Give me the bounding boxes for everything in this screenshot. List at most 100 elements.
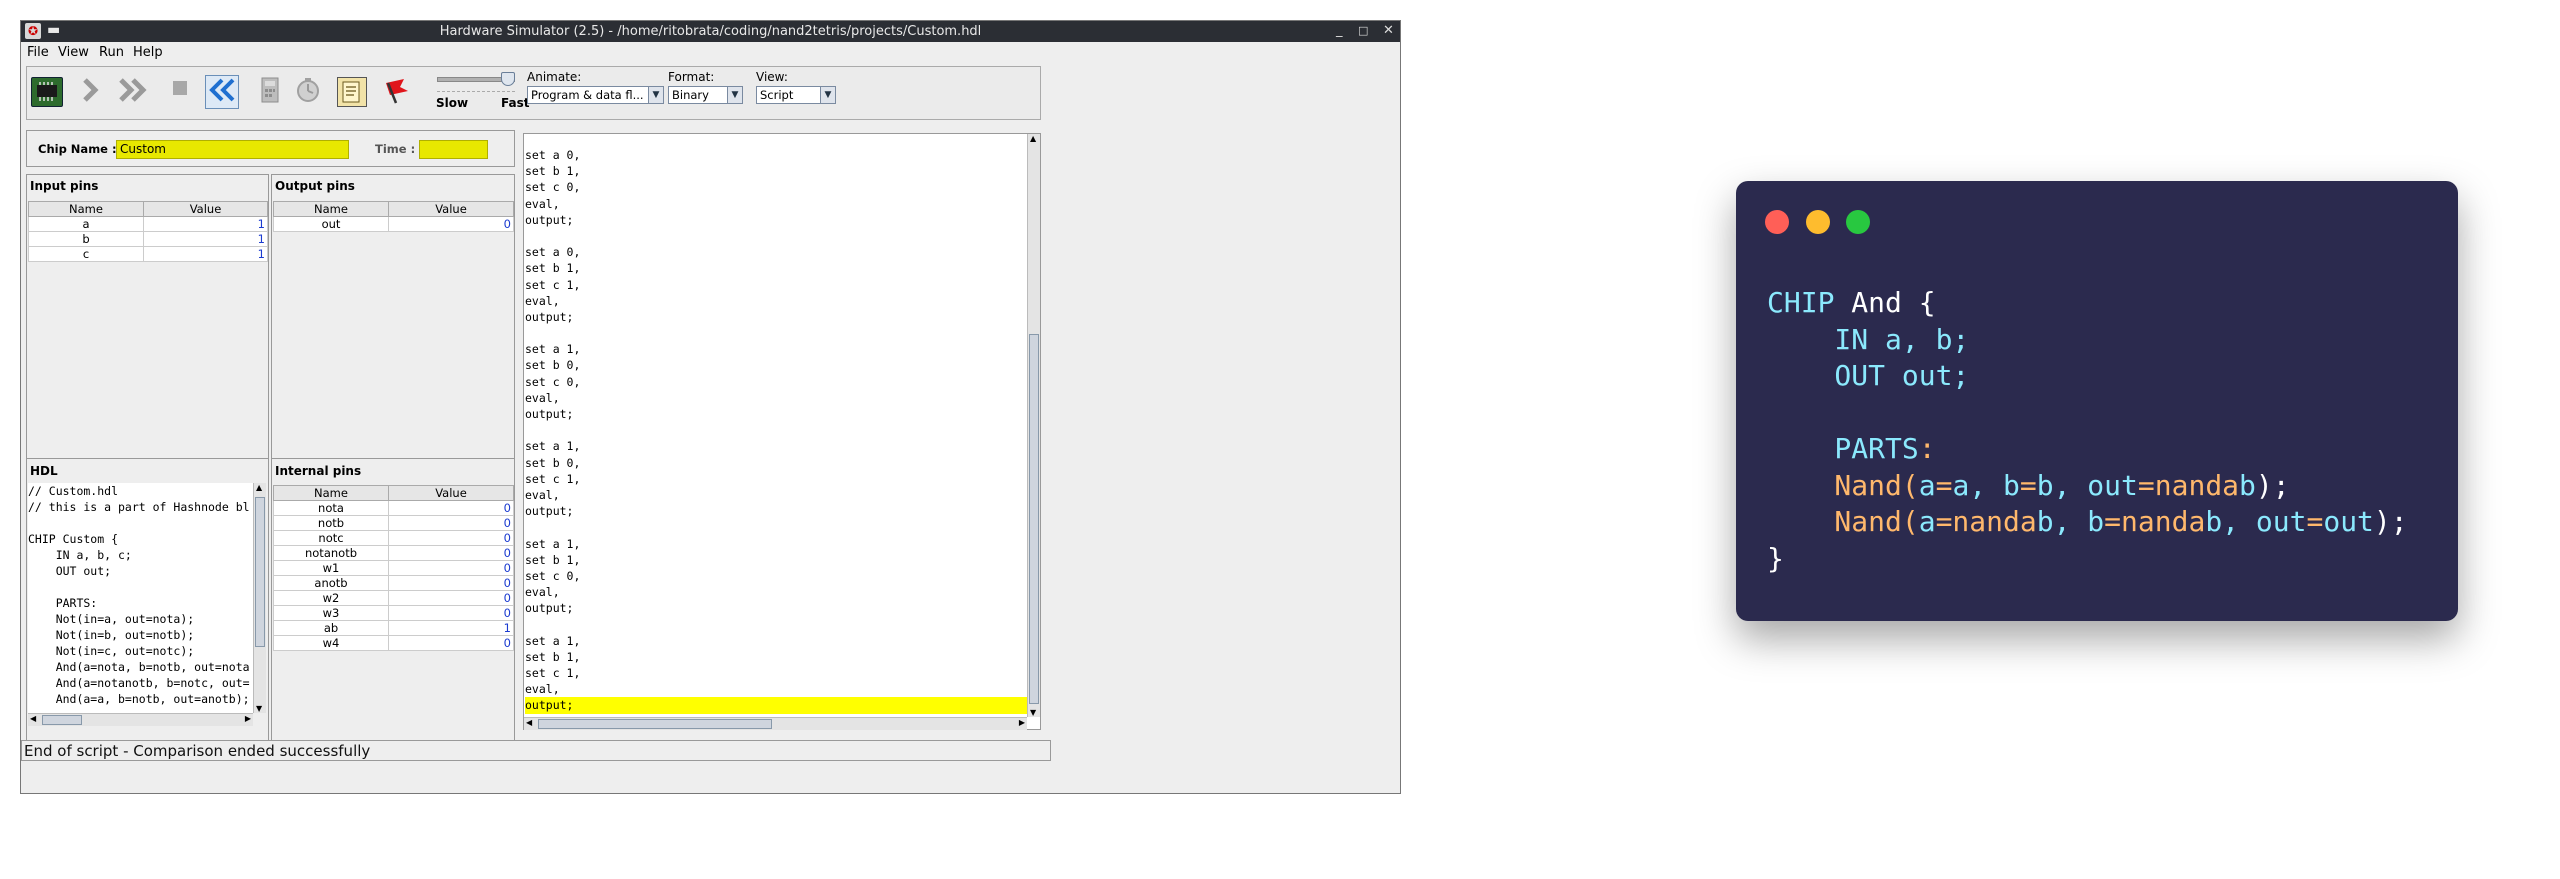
table-row[interactable]: nota 0 <box>273 500 514 516</box>
code-line: Nand(a=a, b=b, out=nandab); <box>1767 468 2408 505</box>
table-row[interactable]: ab 1 <box>273 620 514 636</box>
scroll-left-icon[interactable]: ◀ <box>526 718 532 727</box>
speed-slider-thumb[interactable] <box>501 72 515 86</box>
view-select[interactable]: Script ▼ <box>756 86 836 104</box>
table-row[interactable]: b1 <box>28 231 268 247</box>
hdl-horizontal-scrollbar[interactable]: ◀ ▶ <box>28 713 253 726</box>
pin-value: 0 <box>388 216 514 232</box>
column-header-name[interactable]: Name <box>273 485 389 501</box>
eval-icon[interactable] <box>253 75 287 109</box>
scroll-thumb[interactable] <box>538 719 772 729</box>
menu-help[interactable]: Help <box>133 45 163 60</box>
maximize-button[interactable]: □ <box>1358 24 1368 37</box>
menu-run[interactable]: Run <box>99 45 124 60</box>
title-bar[interactable]: ✪ ▬ Hardware Simulator (2.5) - /home/rit… <box>21 21 1400 42</box>
script-horizontal-scrollbar[interactable]: ◀ ▶ <box>524 717 1027 730</box>
chip-name-field[interactable]: Custom <box>116 140 349 159</box>
stop-icon[interactable] <box>163 75 197 109</box>
table-row[interactable]: anotb 0 <box>273 575 514 591</box>
scroll-down-icon[interactable]: ▼ <box>256 704 262 713</box>
scroll-right-icon[interactable]: ▶ <box>245 714 251 723</box>
column-header-value[interactable]: Value <box>388 485 514 501</box>
minimize-button[interactable]: _ <box>1336 23 1343 38</box>
script-line: set a 1, <box>525 439 581 454</box>
scroll-thumb[interactable] <box>1029 334 1039 704</box>
code-line: Nand(a=nandab, b=nandab, out=out); <box>1767 504 2408 541</box>
code-line: IN a, b; <box>1767 322 2408 359</box>
fast-forward-icon[interactable] <box>117 75 151 109</box>
pin-name: c <box>28 246 144 262</box>
table-row[interactable]: a1 <box>28 216 268 232</box>
pin-name: b <box>28 231 144 247</box>
column-header-value[interactable]: Value <box>143 201 268 217</box>
code-token: ); <box>2373 505 2408 538</box>
step-icon[interactable] <box>73 75 107 109</box>
table-row[interactable]: w2 0 <box>273 590 514 606</box>
code-line: CHIP And { <box>1767 285 2408 322</box>
pin-value[interactable]: 1 <box>143 246 268 262</box>
scroll-thumb[interactable] <box>255 497 265 647</box>
table-row[interactable]: w1 0 <box>273 560 514 576</box>
column-header-name[interactable]: Name <box>273 201 389 217</box>
scroll-thumb[interactable] <box>42 715 82 725</box>
chip-icon[interactable] <box>31 77 63 107</box>
output-pins-table: Name Value out 0 <box>273 201 514 232</box>
rewind-icon[interactable] <box>205 75 239 109</box>
close-button[interactable]: ✕ <box>1383 23 1394 38</box>
script-line: eval, <box>525 487 560 502</box>
hdl-line <box>28 515 253 531</box>
script-icon[interactable] <box>337 77 367 107</box>
column-header-value[interactable]: Value <box>388 201 514 217</box>
menu-view[interactable]: View <box>58 45 89 60</box>
table-row[interactable]: notanotb 0 <box>273 545 514 561</box>
table-row[interactable]: w4 0 <box>273 635 514 651</box>
table-row[interactable]: out 0 <box>273 216 514 232</box>
hdl-code-view[interactable]: // Custom.hdl // this is a part of Hashno… <box>28 483 253 713</box>
code-token: IN a, b; <box>1767 322 1970 356</box>
script-code-view[interactable]: set a 0, set b 1, set c 0, eval, output; set … <box>525 147 1027 717</box>
code-snippet-card: CHIP And { IN a, b; OUT out; PARTS: Nand… <box>1736 181 2458 621</box>
code-token: Nand( <box>1767 505 1919 538</box>
clock-icon[interactable] <box>291 75 325 109</box>
script-line: output; <box>525 504 574 519</box>
pin-value[interactable]: 1 <box>143 216 268 232</box>
script-line: output; <box>525 309 574 324</box>
output-pins-panel: Output pins Name Value out 0 <box>271 174 515 466</box>
format-value: Binary <box>672 88 709 102</box>
script-line: set b 1, <box>525 649 581 664</box>
code-token: b, b <box>2036 505 2105 538</box>
format-select[interactable]: Binary ▼ <box>668 86 743 104</box>
hdl-vertical-scrollbar[interactable]: ▲ ▼ <box>253 483 266 713</box>
speed-slider[interactable] <box>437 72 515 88</box>
time-field[interactable] <box>419 140 488 159</box>
script-line: eval, <box>525 682 560 697</box>
pin-name: notanotb <box>273 545 389 561</box>
hdl-line <box>28 579 253 595</box>
column-header-name[interactable]: Name <box>28 201 144 217</box>
animate-select[interactable]: Program & data fl... ▼ <box>527 86 664 104</box>
breakpoint-icon[interactable] <box>379 75 413 109</box>
scroll-up-icon[interactable]: ▲ <box>256 483 262 492</box>
script-line: set b 1, <box>525 261 581 276</box>
time-label: Time : <box>375 142 416 156</box>
script-vertical-scrollbar[interactable]: ▲ ▼ <box>1027 134 1040 717</box>
table-row[interactable]: notc 0 <box>273 530 514 546</box>
animate-label: Animate: <box>527 70 582 84</box>
script-line: set c 1, <box>525 277 581 292</box>
scroll-left-icon[interactable]: ◀ <box>30 714 36 723</box>
pin-value[interactable]: 1 <box>143 231 268 247</box>
scroll-up-icon[interactable]: ▲ <box>1030 134 1036 143</box>
pin-name: notb <box>273 515 389 531</box>
hdl-panel: HDL // Custom.hdl // this is a part of Ha… <box>26 458 269 750</box>
table-row[interactable]: notb 0 <box>273 515 514 531</box>
table-row[interactable]: c1 <box>28 246 268 262</box>
code-line: OUT out; <box>1767 358 2408 395</box>
table-row[interactable]: w3 0 <box>273 605 514 621</box>
scroll-down-icon[interactable]: ▼ <box>1030 708 1036 717</box>
input-pins-title: Input pins <box>30 179 99 193</box>
code-token: out <box>2323 505 2374 538</box>
scroll-right-icon[interactable]: ▶ <box>1019 718 1025 727</box>
menu-file[interactable]: File <box>27 45 49 60</box>
script-line <box>525 616 1027 632</box>
code-token: b, out <box>2205 505 2307 538</box>
